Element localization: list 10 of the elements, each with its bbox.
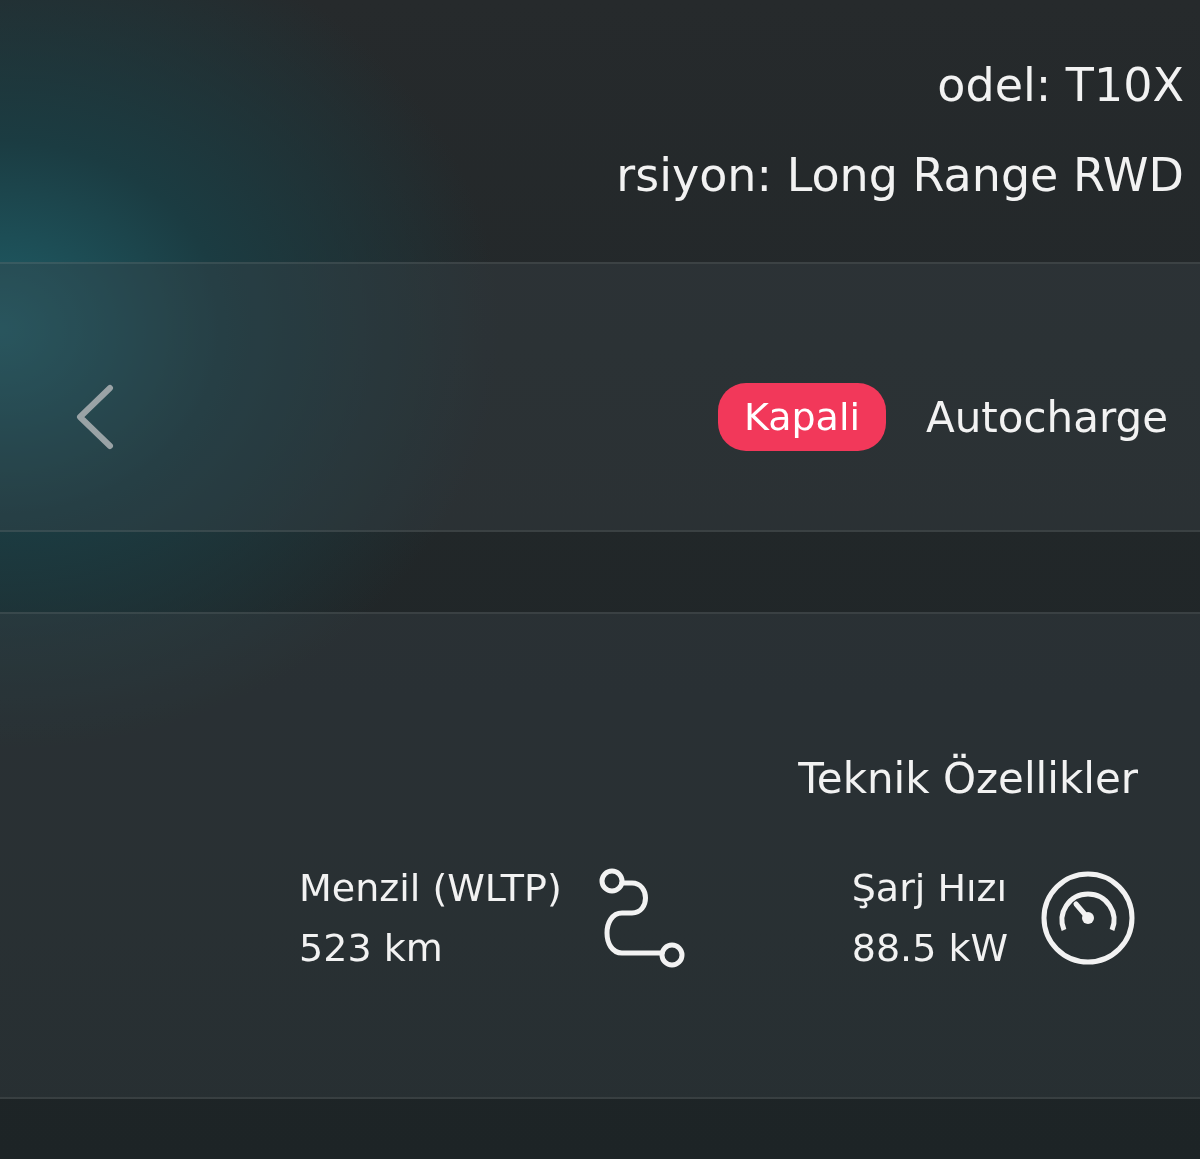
status-badge: Kapali	[717, 383, 886, 451]
spec-value: 523 km	[299, 925, 444, 971]
autocharge-card[interactable]: Kapali Autocharge	[0, 262, 1200, 532]
version-text: rsiyon: Long Range RWD	[616, 148, 1184, 202]
model-text: odel: T10X	[937, 58, 1184, 112]
autocharge-label: Autocharge	[926, 392, 1168, 442]
spec-value: 88.5 kW	[851, 925, 1008, 971]
specs-title: Teknik Özellikler	[798, 754, 1138, 803]
spec-label: Şarj Hızı	[851, 865, 1008, 911]
spec-label: Menzil (WLTP)	[299, 865, 562, 911]
